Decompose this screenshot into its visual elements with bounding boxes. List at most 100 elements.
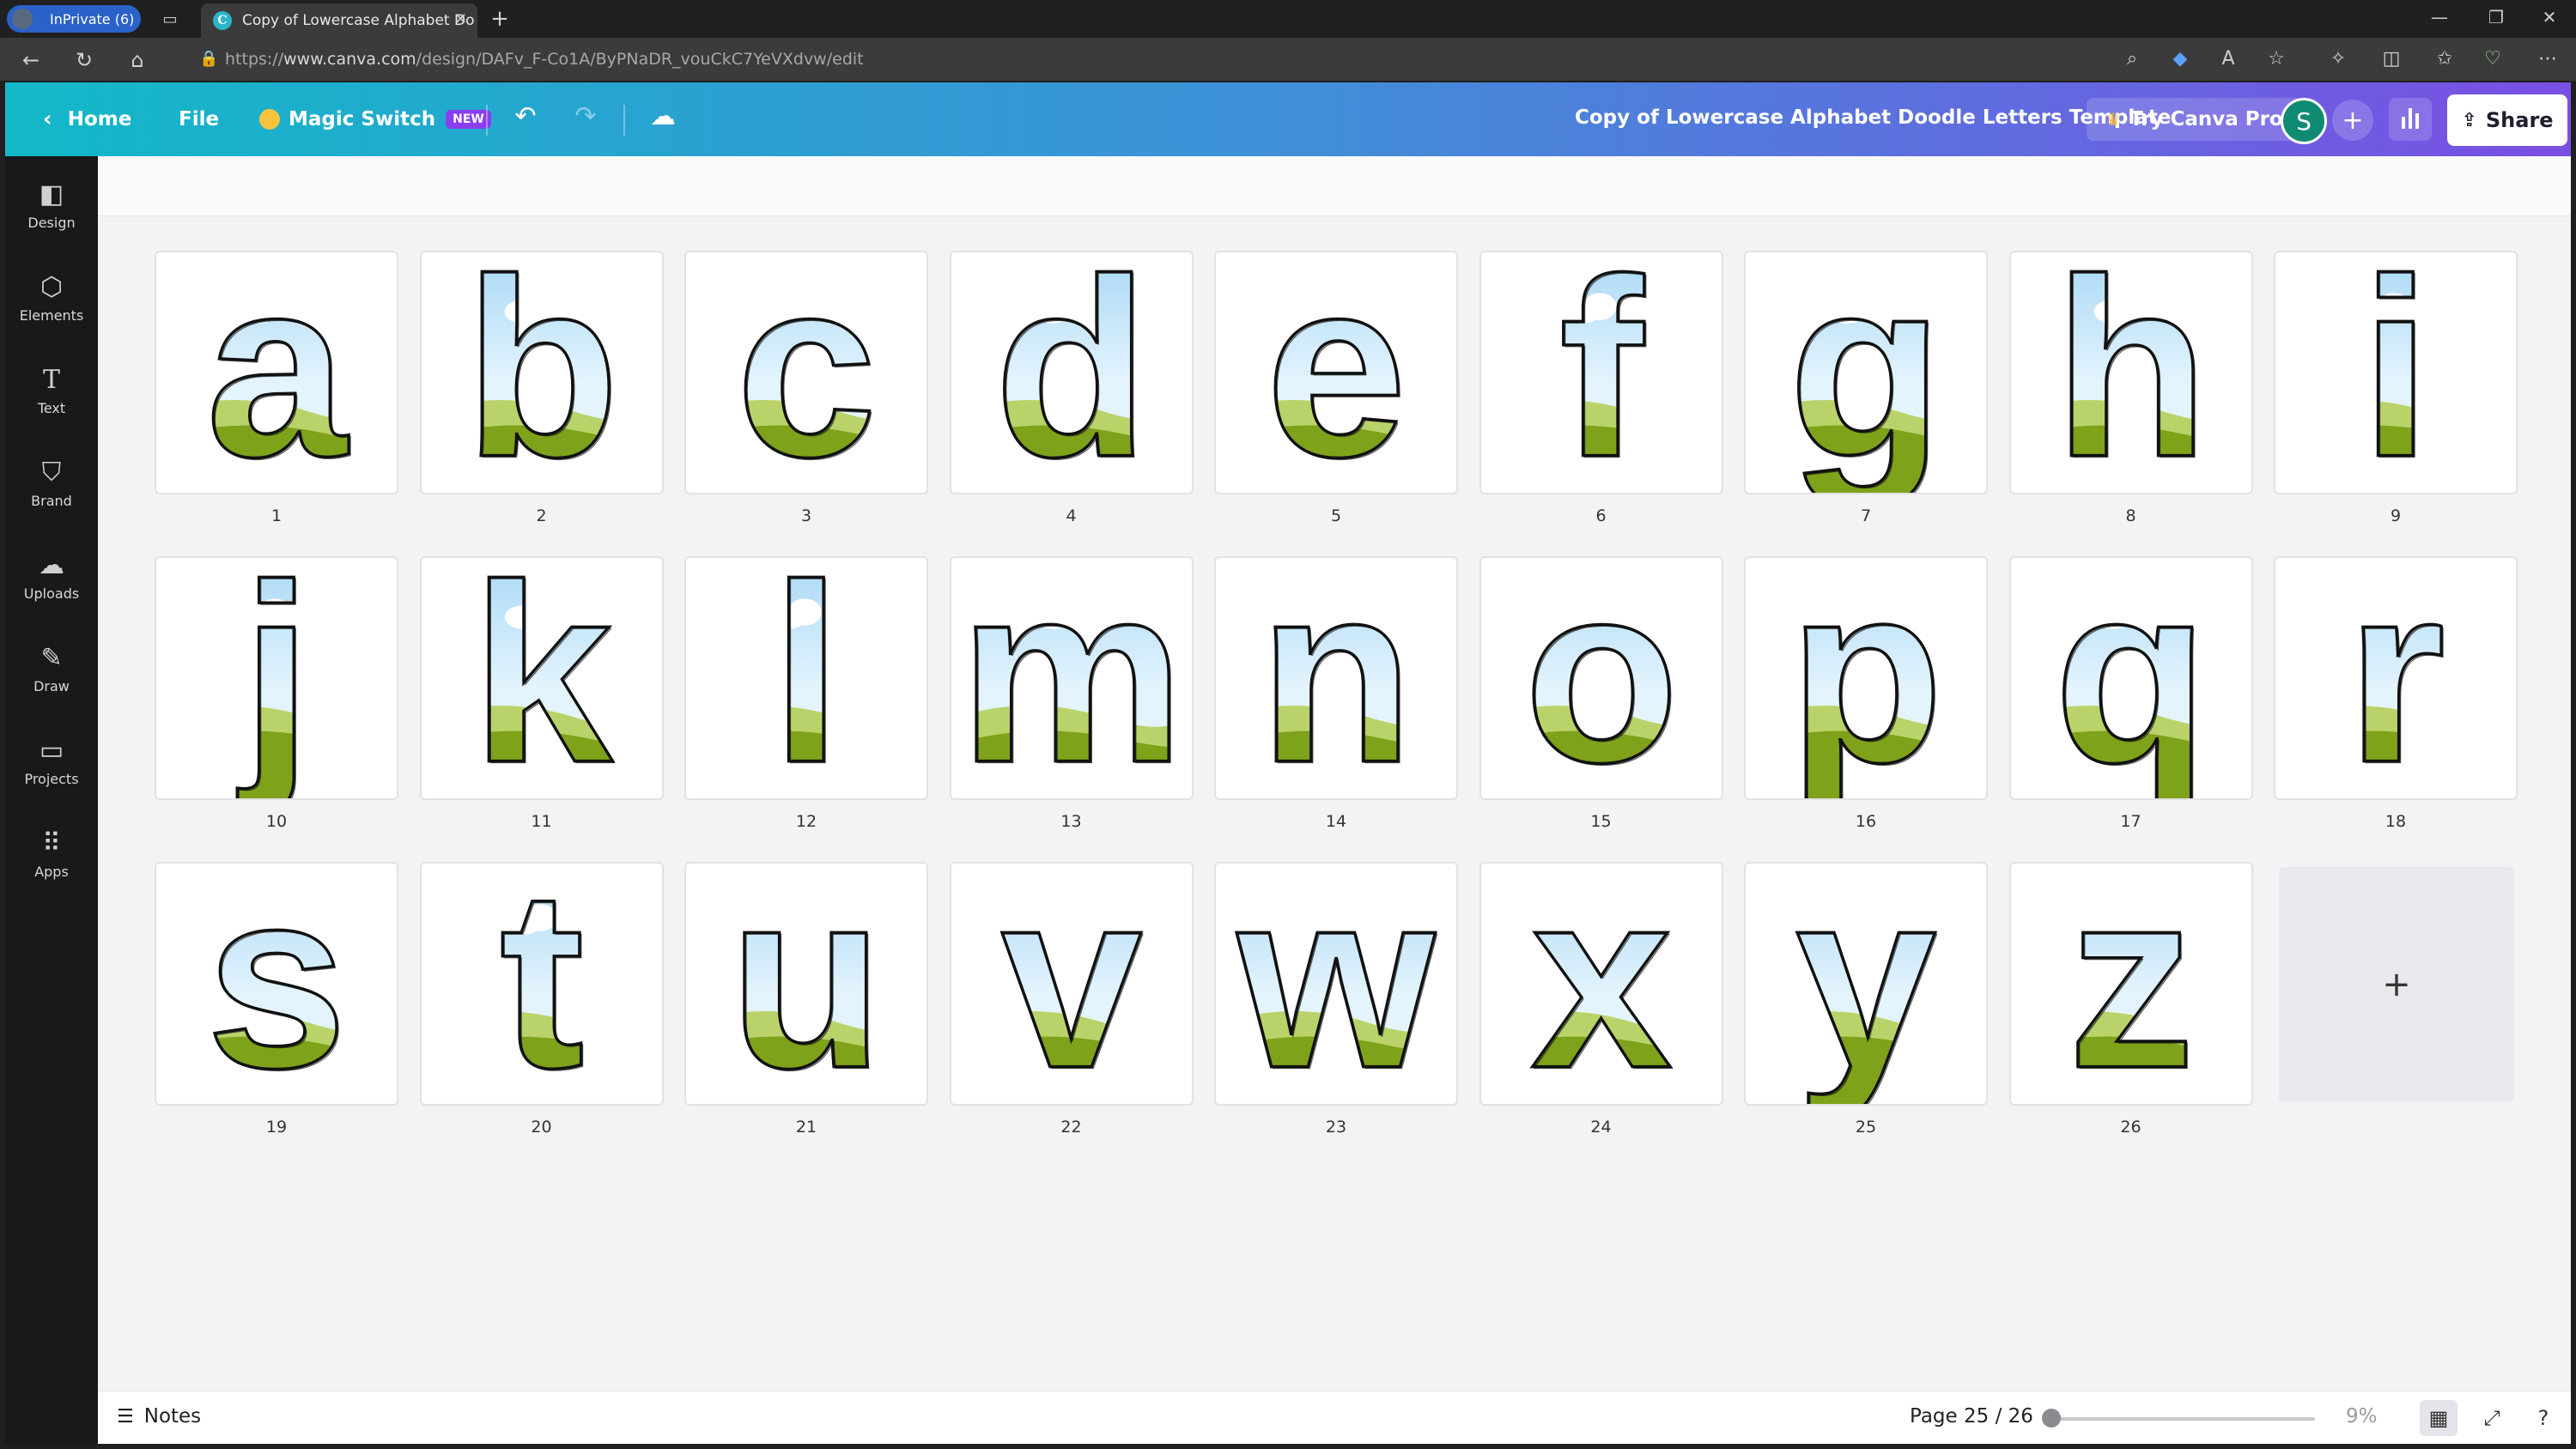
- sidebar-item-design[interactable]: ◧ Design: [5, 172, 98, 258]
- sidebar-item-label: Apps: [34, 864, 69, 880]
- minimize-icon[interactable]: —: [2427, 7, 2452, 27]
- page-thumbnail[interactable]: nnn: [1214, 556, 1458, 800]
- page-thumbnail[interactable]: mmm: [949, 556, 1194, 800]
- invite-plus-icon[interactable]: +: [2332, 100, 2373, 141]
- file-menu-button[interactable]: File: [179, 100, 219, 139]
- doodle-letter-image: sss: [204, 864, 349, 1104]
- undo-icon[interactable]: ↶: [508, 101, 543, 131]
- close-tab-icon[interactable]: ✕: [454, 10, 467, 28]
- refresh-icon[interactable]: ↻: [70, 48, 98, 72]
- notes-label: Notes: [143, 1405, 202, 1428]
- page-thumbnail[interactable]: uuu: [684, 862, 928, 1106]
- page-thumbnail[interactable]: ttt: [419, 862, 664, 1106]
- apps-icon: ⠿: [42, 828, 61, 858]
- doodle-letter-image: mmm: [957, 558, 1187, 798]
- page-number-label: 22: [1060, 1118, 1082, 1137]
- add-page-button[interactable]: +: [2279, 867, 2514, 1102]
- page-thumbnail[interactable]: kkk: [419, 556, 664, 800]
- page-thumbnail[interactable]: sss: [155, 862, 398, 1106]
- notes-button[interactable]: ☰ Notes: [117, 1405, 201, 1428]
- home-button[interactable]: ‹ Home: [43, 100, 131, 139]
- page-thumbnail[interactable]: www: [1214, 862, 1458, 1106]
- share-button[interactable]: ⇪ Share: [2447, 94, 2567, 146]
- grid-view-icon[interactable]: ▦: [2420, 1400, 2458, 1436]
- page-grid-canvas: aaa 1 bbb 2 ccc 3 ddd 4 eee 5 fff 6 ggg 7 hhh 8 iii 9 jjj 1…: [98, 156, 2571, 1391]
- page-thumbnail[interactable]: ppp: [1744, 556, 1988, 800]
- page-thumbnail[interactable]: rrr: [2274, 556, 2518, 800]
- svg-text:l: l: [773, 558, 843, 798]
- sidebar-item-apps[interactable]: ⠿ Apps: [5, 821, 98, 906]
- magic-switch-button[interactable]: Magic Switch NEW: [259, 100, 491, 139]
- page-thumbnail[interactable]: bbb: [419, 251, 664, 494]
- sidebar-item-projects[interactable]: ▭ Projects: [5, 728, 98, 814]
- help-icon[interactable]: ?: [2524, 1400, 2562, 1436]
- page-thumbnail[interactable]: vvv: [949, 862, 1194, 1106]
- page-thumbnail[interactable]: xxx: [1479, 862, 1723, 1106]
- fullscreen-icon[interactable]: ⤢: [2473, 1400, 2511, 1436]
- try-canva-pro-button[interactable]: ♛ Try Canva Pro: [2087, 98, 2302, 141]
- tab-actions-icon[interactable]: ▭: [160, 9, 180, 29]
- sidebar-item-uploads[interactable]: ☁ Uploads: [5, 543, 98, 628]
- extensions-icon[interactable]: ✧: [2325, 48, 2351, 70]
- doodle-letter-image: fff: [1558, 252, 1648, 493]
- back-icon[interactable]: ←: [17, 48, 45, 72]
- sidebar-item-elements[interactable]: ⬡ Elements: [5, 264, 98, 350]
- new-tab-icon[interactable]: +: [489, 6, 510, 32]
- page-number-label: 25: [1855, 1118, 1877, 1137]
- sidebar-item-brand[interactable]: ⛉ Brand: [5, 450, 98, 536]
- page-thumbnail[interactable]: hhh: [2008, 251, 2253, 494]
- inprivate-label: InPrivate (6): [50, 10, 135, 27]
- page-thumbnail[interactable]: ggg: [1744, 251, 1988, 494]
- page-number-label: 26: [2120, 1118, 2142, 1137]
- url-field[interactable]: 🔒 https://www.canva.com/design/DAFv_F-Co…: [192, 45, 2099, 74]
- page-thumbnail[interactable]: ddd: [949, 251, 1194, 494]
- redo-icon[interactable]: ↷: [568, 101, 603, 131]
- read-aloud-icon[interactable]: A: [2215, 48, 2241, 70]
- svg-text:f: f: [1560, 252, 1648, 493]
- lock-icon: 🔒: [199, 50, 219, 68]
- avatar[interactable]: S: [2281, 98, 2327, 144]
- chevron-left-icon: ‹: [43, 106, 52, 132]
- sidebar-item-draw[interactable]: ✎ Draw: [5, 635, 98, 721]
- cloud-save-icon[interactable]: ☁: [646, 101, 680, 131]
- browser-tab-active[interactable]: C Copy of Lowercase Alphabet Do ✕: [201, 3, 477, 38]
- more-menu-icon[interactable]: ⋯: [2535, 48, 2561, 70]
- page-thumbnail[interactable]: zzz: [2008, 862, 2253, 1106]
- inprivate-button[interactable]: InPrivate (6): [7, 5, 141, 33]
- zoom-slider[interactable]: [2049, 1417, 2315, 1421]
- close-window-icon[interactable]: ✕: [2537, 7, 2562, 27]
- svg-text:b: b: [465, 252, 621, 493]
- zoom-icon[interactable]: ⌕: [2119, 48, 2145, 70]
- share-label: Share: [2485, 108, 2554, 132]
- magic-switch-icon: [259, 109, 280, 130]
- zoom-level[interactable]: 9%: [2346, 1405, 2378, 1428]
- favorite-star-icon[interactable]: ☆: [2263, 48, 2289, 70]
- page-thumbnail[interactable]: eee: [1214, 251, 1458, 494]
- insights-icon[interactable]: [2389, 98, 2432, 141]
- page-thumbnail[interactable]: qqq: [2008, 556, 2253, 800]
- page-thumbnail[interactable]: ooo: [1479, 556, 1723, 800]
- favorites-icon[interactable]: ✩: [2432, 48, 2458, 70]
- page-thumbnail[interactable]: fff: [1479, 251, 1723, 494]
- sidebar-item-label: Brand: [31, 493, 72, 509]
- sidebar-item-text[interactable]: T Text: [5, 357, 98, 443]
- restore-icon[interactable]: ❐: [2483, 7, 2509, 27]
- doodle-letter-image: qqq: [2051, 558, 2210, 798]
- page-thumbnail[interactable]: yyy: [1744, 862, 1988, 1106]
- coupon-icon[interactable]: ◆: [2167, 48, 2193, 70]
- new-badge: NEW: [446, 110, 491, 129]
- page-thumbnail[interactable]: aaa: [155, 251, 398, 494]
- url-prefix: https://: [225, 50, 284, 69]
- page-thumbnail[interactable]: jjj: [155, 556, 398, 800]
- page-thumbnail[interactable]: ccc: [684, 251, 928, 494]
- document-title[interactable]: Copy of Lowercase Alphabet Doodle Letter…: [1575, 106, 2171, 129]
- home-icon[interactable]: ⌂: [124, 48, 151, 72]
- design-icon: ◧: [39, 179, 64, 209]
- header-divider: [623, 105, 625, 136]
- page-thumbnail[interactable]: lll: [684, 556, 928, 800]
- zoom-slider-handle[interactable]: [2042, 1409, 2061, 1428]
- page-thumbnail[interactable]: iii: [2274, 251, 2518, 494]
- browser-essentials-icon[interactable]: ♡: [2480, 48, 2506, 70]
- doodle-letter-image: ggg: [1787, 252, 1946, 493]
- split-screen-icon[interactable]: ◫: [2379, 48, 2404, 70]
